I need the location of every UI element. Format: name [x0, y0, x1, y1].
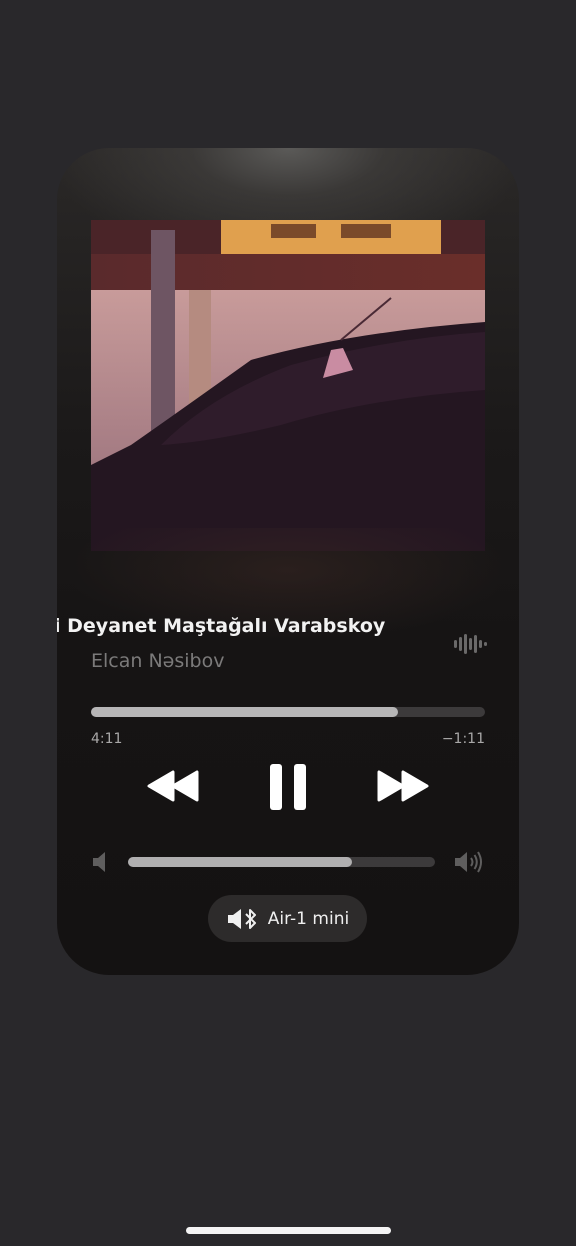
now-playing-card: ıli Deyanet Maştağalı Varabskoy Elcan Nə… — [57, 148, 519, 975]
output-device-label: Air-1 mini — [267, 908, 350, 929]
waveform-icon — [454, 634, 487, 654]
rewind-icon[interactable] — [145, 768, 201, 804]
track-artist[interactable]: Elcan Nəsibov — [91, 650, 224, 672]
speaker-bluetooth-icon — [227, 908, 256, 929]
fast-forward-icon[interactable] — [375, 768, 431, 804]
playback-scrubber[interactable] — [91, 707, 485, 717]
playback-progress-fill — [91, 707, 399, 717]
time-remaining: −1:11 — [441, 731, 485, 747]
track-title-marquee: ıli Deyanet Maştağalı Varabskoy — [57, 611, 519, 651]
home-indicator[interactable] — [186, 1227, 391, 1234]
track-title: ıli Deyanet Maştağalı Varabskoy — [57, 615, 386, 637]
audio-output-button[interactable]: Air-1 mini — [208, 895, 367, 942]
speaker-high-icon — [455, 851, 482, 873]
volume-slider[interactable] — [128, 857, 435, 867]
volume-level-fill — [128, 857, 353, 867]
speaker-low-icon — [93, 852, 105, 872]
pause-icon[interactable] — [268, 762, 308, 812]
album-artwork — [91, 220, 485, 551]
time-elapsed: 4:11 — [91, 731, 123, 747]
